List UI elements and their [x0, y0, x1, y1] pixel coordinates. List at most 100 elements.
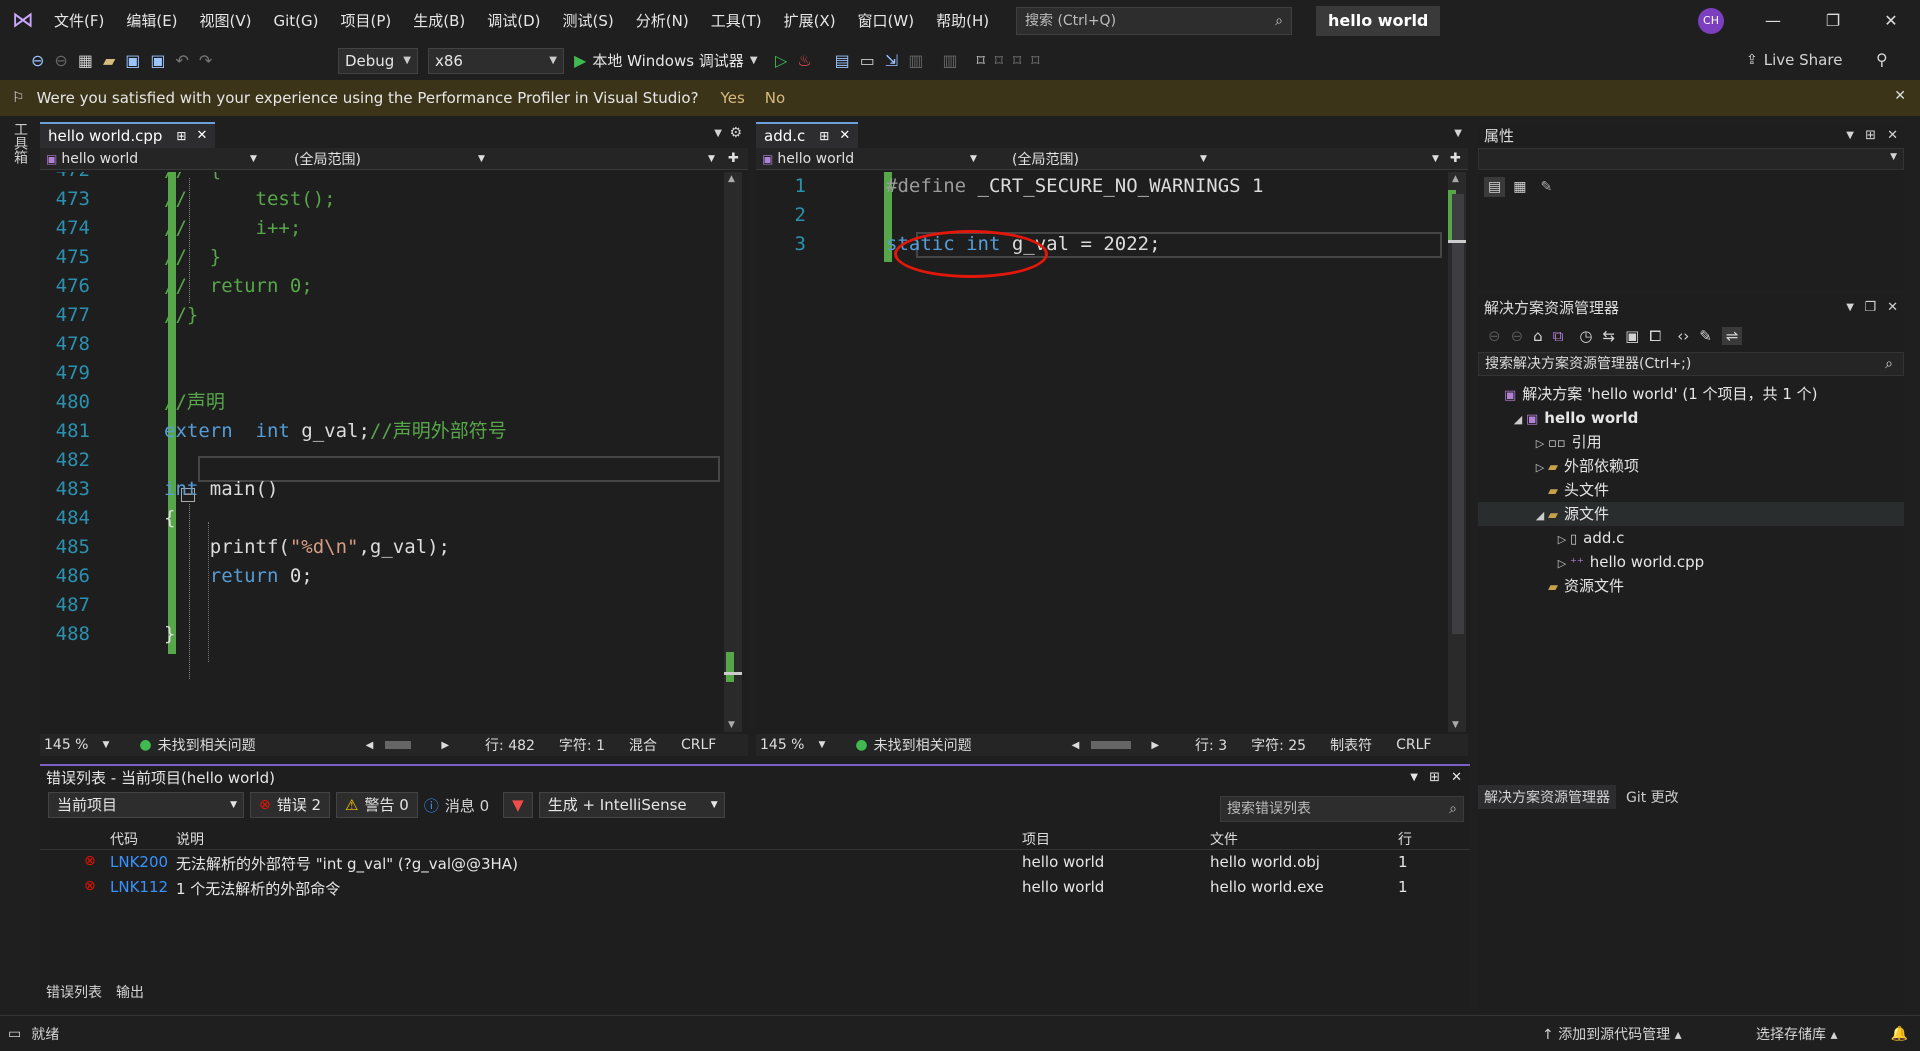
close-icon[interactable]: ✕: [1876, 8, 1906, 34]
tree-item[interactable]: ▰ 头文件: [1478, 478, 1904, 502]
pin-icon[interactable]: ⊞: [819, 125, 829, 147]
close-icon[interactable]: ✕: [1887, 300, 1898, 315]
save-all-icon[interactable]: ▣: [150, 51, 165, 70]
left-code-editor[interactable]: − 472// {473// test();474// i++;475// }4…: [40, 172, 748, 732]
tree-item[interactable]: ▷ ▯ add.c: [1478, 526, 1904, 550]
h-scroll-thumb[interactable]: [385, 741, 412, 749]
open-icon[interactable]: ▰: [103, 51, 115, 70]
forward-icon[interactable]: ⊖: [54, 51, 67, 70]
menu-item[interactable]: 编辑(E): [126, 10, 177, 31]
zoom-select[interactable]: 145 %: [760, 737, 804, 753]
expand-icon[interactable]: ▷: [1532, 432, 1548, 456]
browse-icon[interactable]: ▤: [835, 51, 850, 70]
tab-error-list[interactable]: 错误列表: [46, 982, 102, 1002]
tree-item[interactable]: ▷ ▫▫ 引用: [1478, 430, 1904, 454]
chevron-down-icon[interactable]: ▼: [1846, 302, 1854, 313]
alphabetical-icon[interactable]: ▦: [1513, 179, 1526, 195]
menu-item[interactable]: 生成(B): [413, 10, 465, 31]
home-icon[interactable]: ⌂: [1533, 327, 1543, 345]
scroll-down-icon[interactable]: ▼: [728, 720, 735, 730]
errors-filter-button[interactable]: ⊗ 错误 2: [250, 792, 331, 818]
comment-icon[interactable]: ▥: [908, 51, 923, 70]
warnings-filter-button[interactable]: ⚠ 警告 0: [336, 792, 418, 818]
tab-output[interactable]: 输出: [116, 982, 144, 1002]
pin-icon[interactable]: ⊞: [176, 125, 186, 147]
menu-item[interactable]: 分析(N): [636, 10, 689, 31]
error-search-input[interactable]: 搜索错误列表 ⌕: [1220, 796, 1464, 822]
back-icon[interactable]: ⊖: [1488, 327, 1501, 345]
menu-item[interactable]: 窗口(W): [858, 10, 915, 31]
nav-project-select[interactable]: hello world: [61, 151, 138, 167]
eol-indicator[interactable]: CRLF: [1396, 737, 1431, 753]
chevron-down-icon[interactable]: ▼: [1454, 128, 1462, 139]
expand-icon[interactable]: ▷: [1532, 456, 1548, 480]
tree-item[interactable]: ▷ ▰ 外部依赖项: [1478, 454, 1904, 478]
bookmark-prev-icon[interactable]: ⌑: [995, 51, 1003, 70]
menu-item[interactable]: 扩展(X): [784, 10, 836, 31]
select-repo-button[interactable]: 选择存储库 ▴: [1756, 1024, 1837, 1044]
redo-icon[interactable]: ↷: [199, 51, 212, 70]
nav-project-select[interactable]: hello world: [777, 151, 854, 167]
filter-icon[interactable]: ▼: [503, 792, 533, 818]
tree-item[interactable]: ◢ ▰ 源文件: [1478, 502, 1904, 526]
avatar[interactable]: CH: [1698, 8, 1724, 34]
column-description[interactable]: 说明: [176, 829, 204, 849]
line-indicator[interactable]: 行: 3: [1195, 735, 1227, 755]
mode-indicator[interactable]: 混合: [629, 735, 657, 755]
column-code[interactable]: 代码: [110, 829, 138, 849]
wrench-icon[interactable]: ✎: [1699, 327, 1712, 345]
expand-icon[interactable]: ◢: [1532, 504, 1548, 528]
code-view-icon[interactable]: ‹›: [1677, 327, 1689, 345]
wrench-icon[interactable]: ✎: [1540, 179, 1552, 195]
close-icon[interactable]: ✕: [1894, 88, 1906, 104]
bookmark-next-icon[interactable]: ⌑: [1013, 51, 1021, 70]
expand-icon[interactable]: ◢: [1510, 408, 1526, 432]
scroll-right-icon[interactable]: ▶: [1151, 740, 1159, 751]
chevron-down-icon[interactable]: ▼: [1846, 130, 1854, 141]
messages-filter-button[interactable]: ⓘ 消息 0: [424, 795, 489, 816]
mode-indicator[interactable]: 制表符: [1330, 735, 1372, 755]
close-icon[interactable]: ✕: [1887, 128, 1898, 143]
nav-scope-select[interactable]: (全局范围): [1012, 149, 1079, 169]
char-indicator[interactable]: 字符: 25: [1251, 735, 1306, 755]
split-icon[interactable]: ✚: [728, 151, 739, 166]
scroll-up-icon[interactable]: ▲: [728, 174, 735, 184]
eol-indicator[interactable]: CRLF: [681, 737, 716, 753]
undo-icon[interactable]: ↶: [176, 51, 189, 70]
scroll-right-icon[interactable]: ▶: [441, 740, 449, 751]
collapse-all-icon[interactable]: ▣: [1625, 327, 1639, 345]
forward-icon[interactable]: ⊖: [1511, 327, 1524, 345]
info-yes-link[interactable]: Yes: [721, 89, 745, 107]
char-indicator[interactable]: 字符: 1: [559, 735, 605, 755]
solution-search-input[interactable]: 搜索解决方案资源管理器(Ctrl+;) ⌕: [1478, 352, 1904, 376]
maximize-icon[interactable]: ❐: [1864, 300, 1876, 315]
table-row[interactable]: ⊗ LNK200 无法解析的外部符号 "int g_val" (?g_val@@3H…: [40, 850, 1470, 875]
column-file[interactable]: 文件: [1210, 829, 1238, 849]
layout-icon[interactable]: ▭: [860, 51, 875, 70]
tab-hello-world-cpp[interactable]: hello world.cpp ⊞ ✕: [40, 122, 216, 148]
tree-item[interactable]: ▣ 解决方案 'hello world' (1 个项目，共 1 个): [1478, 382, 1904, 406]
tab-add-c[interactable]: add.c ⊞ ✕: [756, 122, 859, 148]
tab-solution-explorer[interactable]: 解决方案资源管理器: [1478, 785, 1616, 809]
vertical-scrollbar[interactable]: ▲ ▼: [724, 172, 742, 732]
preview-icon[interactable]: ⇌: [1721, 327, 1743, 345]
expand-icon[interactable]: ▷: [1554, 528, 1570, 552]
back-icon[interactable]: ⊖: [31, 51, 44, 70]
history-icon[interactable]: ◷: [1579, 327, 1592, 345]
gear-icon[interactable]: ⚙: [729, 125, 742, 141]
close-icon[interactable]: ✕: [1451, 766, 1462, 790]
scroll-thumb[interactable]: [724, 672, 742, 675]
bookmark-clear-icon[interactable]: ⌑: [1031, 51, 1039, 70]
menu-item[interactable]: Git(G): [274, 12, 319, 30]
menu-item[interactable]: 帮助(H): [936, 10, 989, 31]
platform-select[interactable]: x86 ▼: [428, 48, 564, 74]
pin-icon[interactable]: ⊞: [1865, 128, 1876, 143]
column-line[interactable]: 行: [1398, 829, 1412, 849]
tree-item[interactable]: ◢ ▣ hello world: [1478, 406, 1904, 430]
issues-status[interactable]: 未找到相关问题: [158, 735, 256, 755]
maximize-icon[interactable]: ❐: [1818, 8, 1848, 34]
right-code-editor[interactable]: 1 #define _CRT_SECURE_NO_WARNINGS 1 2 3 stat…: [756, 172, 1468, 732]
menu-item[interactable]: 项目(P): [341, 10, 392, 31]
hot-reload-icon[interactable]: ♨: [797, 51, 811, 70]
chevron-down-icon[interactable]: ▼: [1410, 766, 1418, 790]
